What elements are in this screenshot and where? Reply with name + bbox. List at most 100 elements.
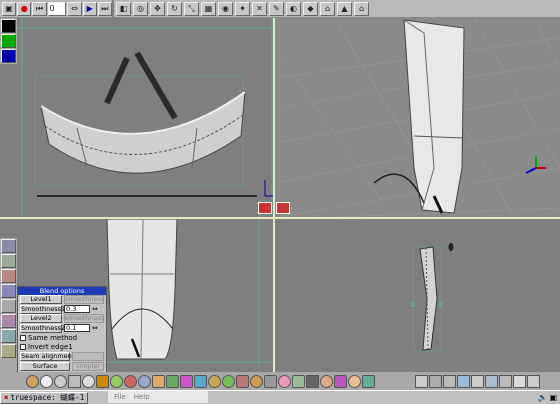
shape-a-icon[interactable] bbox=[110, 374, 123, 388]
flower-icon[interactable] bbox=[96, 374, 109, 388]
end-icon[interactable]: ⏭ bbox=[97, 1, 112, 16]
shape-j-icon[interactable] bbox=[236, 374, 249, 388]
tool-2-icon[interactable] bbox=[1, 254, 16, 268]
frame-input[interactable]: 0 bbox=[47, 1, 67, 16]
shape-p-icon[interactable] bbox=[334, 374, 347, 388]
seam-alignment-button[interactable]: Seam alignment bbox=[20, 352, 74, 362]
cross-icon[interactable]: ✕ bbox=[252, 1, 267, 16]
checker-icon[interactable] bbox=[306, 374, 319, 388]
viewport-perspective[interactable] bbox=[274, 18, 560, 218]
smoothness2-field[interactable]: 0.1 bbox=[64, 324, 90, 333]
menu-strip: File Help bbox=[108, 391, 208, 403]
shape-d-icon[interactable] bbox=[152, 374, 165, 388]
render-icon[interactable]: ◆ bbox=[303, 1, 318, 16]
swatch-blue-icon[interactable] bbox=[1, 49, 16, 63]
half-sphere-icon[interactable] bbox=[82, 374, 95, 388]
lock-icon[interactable]: ⌂ bbox=[320, 1, 335, 16]
tool-5-icon[interactable] bbox=[1, 299, 16, 313]
shape-h-icon[interactable] bbox=[208, 374, 221, 388]
view-ctrl-2-icon[interactable] bbox=[276, 202, 290, 214]
shape-l-icon[interactable] bbox=[264, 374, 277, 388]
select-icon[interactable]: ▣ bbox=[2, 1, 17, 16]
up-arrow-icon[interactable]: ▲ bbox=[337, 1, 352, 16]
seam-alignment-field bbox=[72, 352, 104, 362]
shape-c-icon[interactable] bbox=[138, 374, 151, 388]
simpler-button[interactable]: simpler bbox=[72, 361, 104, 371]
level1-button[interactable]: Level1 bbox=[20, 295, 62, 305]
app-title: truespace: 蝴蝶-1 bbox=[10, 393, 85, 402]
tool-4-icon[interactable] bbox=[1, 284, 16, 298]
home-icon[interactable]: ⌂ bbox=[354, 1, 369, 16]
same-method-label: Same method bbox=[28, 333, 78, 342]
eye-icon[interactable]: ◎ bbox=[133, 1, 148, 16]
view-b-icon[interactable] bbox=[429, 374, 442, 388]
panel-title: Blend options bbox=[18, 287, 106, 295]
level2-button[interactable]: Level2 bbox=[20, 314, 62, 324]
tool-1-icon[interactable] bbox=[1, 239, 16, 253]
stepper-icon[interactable]: ⇔ bbox=[67, 1, 82, 16]
tray-speaker-icon[interactable]: 🔈 bbox=[537, 393, 547, 402]
view-h-icon[interactable] bbox=[513, 374, 526, 388]
move-icon[interactable]: ✥ bbox=[150, 1, 165, 16]
truespace-icon: ✖ bbox=[4, 393, 9, 402]
sphere-icon[interactable]: ◉ bbox=[218, 1, 233, 16]
top-toolbar-left: ▣ ● ⏮ 0 ⇔ ▶ ⏭ bbox=[0, 0, 112, 18]
smoothness2-stepper-icon[interactable]: ⇔ bbox=[92, 324, 98, 332]
top-toolbar-right: ◧ ◎ ✥ ↻ ⤡ ▦ ◉ ✦ ✕ ✎ ◐ ◆ ⌂ ▲ ⌂ bbox=[114, 0, 560, 18]
scale-icon[interactable]: ⤡ bbox=[184, 1, 199, 16]
shape-o-icon[interactable] bbox=[320, 374, 333, 388]
cross-tool-icon[interactable] bbox=[68, 374, 81, 388]
shape-n-icon[interactable] bbox=[292, 374, 305, 388]
object-tool-icon[interactable]: ◧ bbox=[116, 1, 131, 16]
tray-network-icon[interactable]: ▣ bbox=[549, 393, 557, 402]
view-a-icon[interactable] bbox=[415, 374, 428, 388]
shape-k-icon[interactable] bbox=[250, 374, 263, 388]
rotate-icon[interactable]: ↻ bbox=[167, 1, 182, 16]
view-i-icon[interactable] bbox=[527, 374, 540, 388]
sphere-tool-icon[interactable] bbox=[26, 374, 39, 388]
shape-f-icon[interactable] bbox=[180, 374, 193, 388]
paint-icon[interactable]: ✎ bbox=[269, 1, 284, 16]
menu-file[interactable]: File bbox=[114, 393, 126, 401]
grid-icon[interactable]: ▦ bbox=[201, 1, 216, 16]
view-grid-icon[interactable] bbox=[443, 374, 456, 388]
material-icon[interactable]: ◐ bbox=[286, 1, 301, 16]
view-ctrl-1-icon[interactable] bbox=[258, 202, 272, 214]
tool-3-icon[interactable] bbox=[1, 269, 16, 283]
shape-e-icon[interactable] bbox=[166, 374, 179, 388]
shape-b-icon[interactable] bbox=[124, 374, 137, 388]
view-e-icon[interactable] bbox=[471, 374, 484, 388]
face-icon[interactable] bbox=[348, 374, 361, 388]
play-icon[interactable]: ▶ bbox=[82, 1, 97, 16]
blend-options-panel: Blend options Level1 smoothness Smoothne… bbox=[17, 286, 107, 374]
color-palette bbox=[0, 18, 17, 64]
tool-8-icon[interactable] bbox=[1, 344, 16, 358]
shape-q-icon[interactable] bbox=[362, 374, 375, 388]
invert-edge-checkbox[interactable] bbox=[20, 344, 26, 351]
smoothness1-label: Smoothness1 bbox=[20, 304, 66, 314]
smoothness1-stepper-icon[interactable]: ⇔ bbox=[92, 305, 98, 313]
swatch-green-icon[interactable] bbox=[1, 34, 16, 48]
tool-6-icon[interactable] bbox=[1, 314, 16, 328]
rewind-icon[interactable]: ⏮ bbox=[32, 1, 47, 16]
light-icon[interactable]: ✦ bbox=[235, 1, 250, 16]
view-g-icon[interactable] bbox=[499, 374, 512, 388]
view-f-icon[interactable] bbox=[485, 374, 498, 388]
ring-icon[interactable] bbox=[54, 374, 67, 388]
surface-button[interactable]: Surface bbox=[20, 361, 70, 371]
shape-g-icon[interactable] bbox=[194, 374, 207, 388]
record-icon[interactable]: ● bbox=[17, 1, 32, 16]
tool-7-icon[interactable] bbox=[1, 329, 16, 343]
menu-help[interactable]: Help bbox=[134, 393, 150, 401]
viewport-bottom-right[interactable] bbox=[275, 219, 560, 372]
viewport-top-left[interactable] bbox=[17, 18, 274, 218]
swatch-black-icon[interactable] bbox=[1, 19, 16, 33]
white-ball-icon[interactable] bbox=[40, 374, 53, 388]
taskbar: ✖ truespace: 蝴蝶-1 🔈 ▣ bbox=[0, 390, 560, 404]
shape-m-icon[interactable] bbox=[278, 374, 291, 388]
app-task-button[interactable]: ✖ truespace: 蝴蝶-1 bbox=[0, 391, 89, 404]
view-d-icon[interactable] bbox=[457, 374, 470, 388]
shape-i-icon[interactable] bbox=[222, 374, 235, 388]
smoothness1-field[interactable]: 0.3 bbox=[64, 305, 90, 314]
same-method-checkbox[interactable] bbox=[20, 334, 26, 341]
